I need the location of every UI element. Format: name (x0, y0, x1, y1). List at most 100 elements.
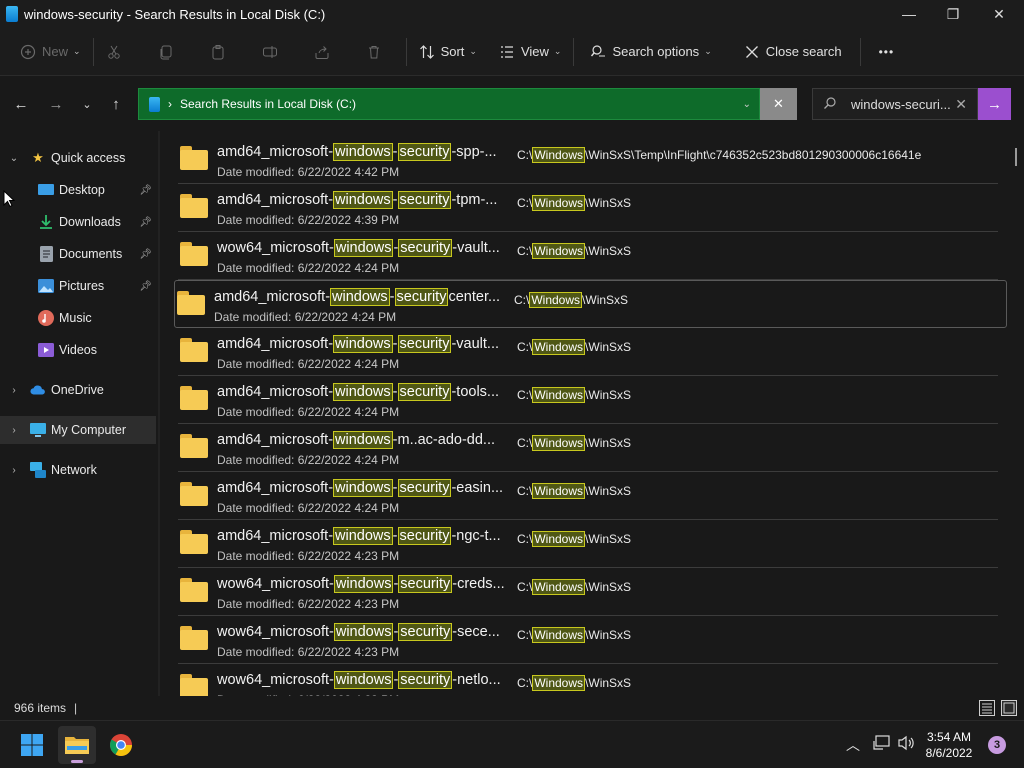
result-row[interactable]: amd64_microsoft-windows - security center..… (174, 280, 1007, 328)
chevron-right-icon[interactable]: › (8, 465, 20, 476)
cut-button[interactable] (98, 36, 136, 68)
path-prefix: C:\ (517, 676, 533, 690)
more-options-button[interactable]: ••• (871, 36, 903, 68)
result-row[interactable]: wow64_microsoft-windows - security -sece...… (178, 616, 998, 664)
name-prefix: wow64_microsoft- (217, 624, 334, 640)
path-suffix: \WinSxS (585, 436, 632, 450)
name-prefix: amd64_microsoft- (217, 384, 334, 400)
result-row[interactable]: amd64_microsoft-windows -m..ac-ado-dd... D… (178, 424, 998, 472)
address-clear-button[interactable]: ✕ (760, 88, 797, 120)
sidebar-item-music[interactable]: Music (0, 304, 156, 332)
search-highlight: windows (333, 431, 393, 449)
taskbar-file-explorer[interactable] (58, 726, 96, 764)
result-row[interactable]: wow64_microsoft-windows - security -vault..… (178, 232, 998, 280)
arrow-right-icon: → (987, 95, 1002, 113)
folder-icon (180, 482, 208, 506)
address-bar[interactable]: › Search Results in Local Disk (C:) ⌄ (138, 88, 760, 120)
clipboard-icon (210, 44, 226, 60)
path-suffix: \WinSxS (585, 628, 632, 642)
date-label: Date modified: (214, 310, 295, 324)
share-icon (314, 44, 330, 60)
path-suffix: \WinSxS (585, 532, 632, 546)
name-prefix: amd64_microsoft- (217, 480, 334, 496)
maximize-button[interactable]: ❐ (930, 0, 976, 28)
address-row: ← → ⌄ ↑ › Search Results in Local Disk (… (0, 77, 1024, 131)
chevron-down-icon[interactable]: ⌄ (8, 153, 20, 164)
close-button[interactable]: ✕ (976, 0, 1022, 28)
forward-button[interactable]: → (45, 93, 67, 115)
name-suffix: -vault... (452, 240, 500, 256)
details-view-button[interactable] (979, 700, 995, 716)
result-path: C:\ Windows \WinSxS (517, 483, 631, 499)
delete-button[interactable] (358, 36, 396, 68)
result-row[interactable]: amd64_microsoft-windows - security -spp-...… (178, 136, 998, 184)
path-prefix: C:\ (517, 436, 533, 450)
name-prefix: amd64_microsoft- (217, 336, 334, 352)
search-highlight: windows (333, 671, 394, 689)
notification-badge[interactable]: 3 (988, 736, 1006, 754)
result-row[interactable]: amd64_microsoft-windows - security -tpm-...… (178, 184, 998, 232)
sort-button[interactable]: Sort ⌄ (411, 36, 485, 68)
chevron-down-icon[interactable]: ⌄ (743, 99, 751, 110)
name-prefix: wow64_microsoft- (217, 576, 334, 592)
back-button[interactable]: ← (10, 93, 32, 115)
paste-button[interactable] (202, 36, 240, 68)
result-row[interactable]: amd64_microsoft-windows - security -tools..… (178, 376, 998, 424)
result-path: C:\ Windows \WinSxS (517, 435, 632, 451)
view-button[interactable]: View ⌄ (491, 36, 570, 68)
result-row[interactable]: amd64_microsoft-windows - security -ngc-t..… (178, 520, 998, 568)
pin-icon: 📌︎ (139, 280, 152, 292)
sidebar-item-my-computer[interactable]: › My Computer (0, 416, 156, 444)
address-path: Search Results in Local Disk (C:) (180, 97, 357, 111)
copy-button[interactable] (150, 36, 188, 68)
path-suffix: \WinSxS (585, 580, 632, 594)
up-button[interactable]: ↑ (105, 93, 127, 115)
copy-icon (158, 44, 174, 60)
search-highlight: security (398, 575, 453, 593)
search-go-button[interactable]: → (978, 88, 1011, 120)
search-highlight: Windows (532, 195, 586, 211)
large-icons-view-button[interactable] (1001, 700, 1017, 716)
clock[interactable]: 3:54 AM 8/6/2022 (918, 729, 980, 761)
result-row[interactable]: amd64_microsoft-windows - security -easin..… (178, 472, 998, 520)
search-box[interactable]: windows-securi... ✕ (812, 88, 978, 120)
volume-icon[interactable] (898, 735, 916, 754)
result-row[interactable]: wow64_microsoft-windows - security -creds..… (178, 568, 998, 616)
result-row[interactable]: amd64_microsoft-windows - security -vault..… (178, 328, 998, 376)
result-name: amd64_microsoft-windows - security -easin..… (217, 479, 503, 497)
sidebar-item-pictures[interactable]: Pictures 📌︎ (0, 272, 156, 300)
minimize-button[interactable]: — (886, 0, 932, 28)
scrollbar-thumb[interactable] (1015, 148, 1017, 166)
folder-icon (180, 578, 208, 602)
recent-locations-button[interactable]: ⌄ (76, 93, 98, 115)
chevron-right-icon[interactable]: › (8, 425, 20, 436)
show-hidden-icons-button[interactable]: ︿ (846, 735, 860, 755)
sidebar-item-videos[interactable]: Videos (0, 336, 156, 364)
sidebar-item-documents[interactable]: Documents 📌︎ (0, 240, 156, 268)
date-label: Date modified: (217, 501, 298, 515)
desktop-icon (38, 182, 54, 198)
sidebar-item-quick-access[interactable]: ⌄ ★ Quick access (0, 144, 156, 172)
sidebar-item-onedrive[interactable]: › OneDrive (0, 376, 156, 404)
sidebar-item-downloads[interactable]: Downloads 📌︎ (0, 208, 156, 236)
search-options-button[interactable]: Search options ⌄ (582, 36, 719, 68)
sidebar-item-desktop[interactable]: Desktop 📌︎ (0, 176, 156, 204)
sidebar-label: Desktop (59, 183, 105, 197)
more-icon: ••• (878, 44, 895, 59)
chevron-right-icon[interactable]: › (8, 385, 20, 396)
search-clear-icon[interactable]: ✕ (955, 96, 967, 113)
result-date: Date modified: 6/22/2022 4:24 PM (214, 310, 396, 324)
close-search-button[interactable]: Close search (736, 36, 850, 68)
rename-button[interactable] (254, 36, 292, 68)
arrow-left-icon: ← (13, 95, 29, 113)
sidebar-item-network[interactable]: › Network (0, 456, 156, 484)
start-button[interactable] (13, 726, 51, 764)
active-indicator (71, 760, 83, 763)
share-button[interactable] (306, 36, 344, 68)
view-list-icon (499, 44, 515, 60)
search-input[interactable]: windows-securi... (851, 97, 951, 112)
new-button[interactable]: New ⌄ (12, 36, 89, 68)
taskbar-chrome[interactable] (102, 726, 140, 764)
result-row[interactable]: wow64_microsoft-windows - security -netlo..… (178, 664, 998, 696)
network-status-icon[interactable] (873, 735, 891, 754)
